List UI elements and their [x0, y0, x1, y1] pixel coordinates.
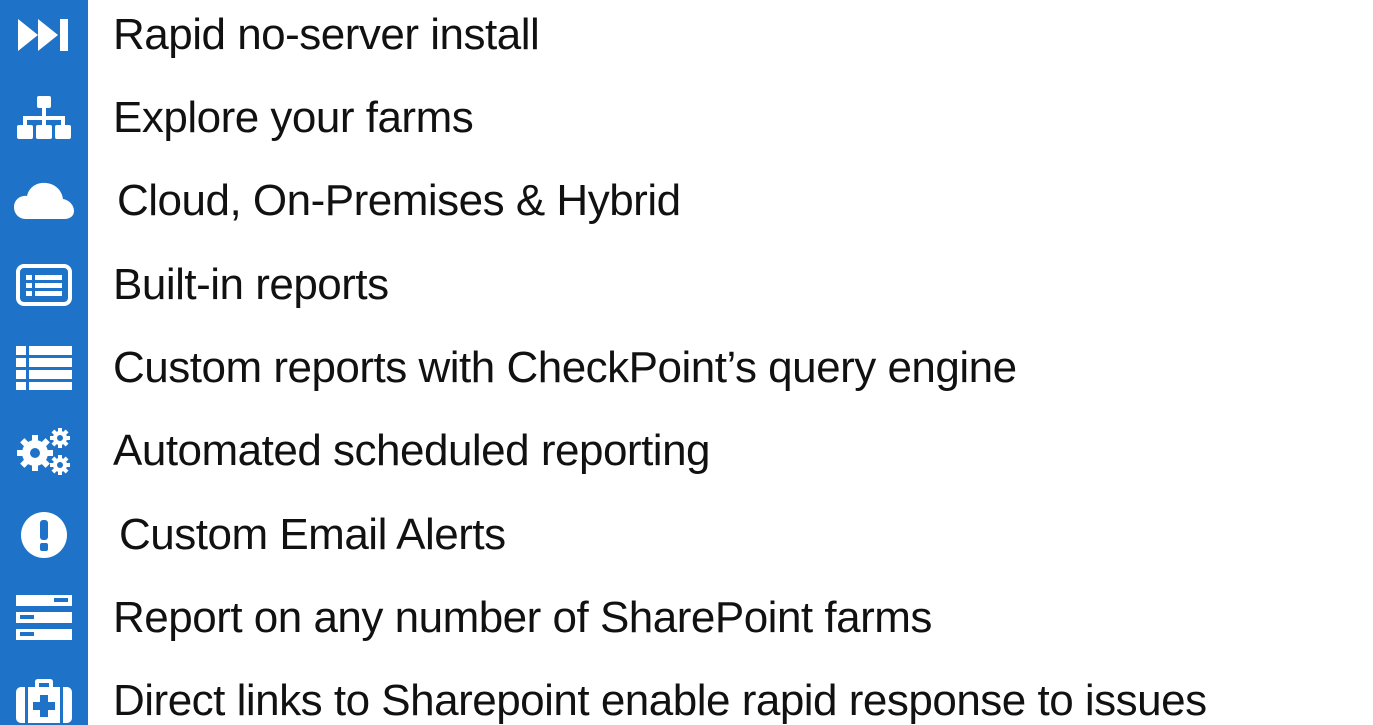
feature-item-built-in-reports: Built-in reports: [0, 250, 1373, 320]
feature-item-email-alerts: Custom Email Alerts: [0, 500, 1373, 570]
feature-label: Built-in reports: [113, 260, 389, 309]
medkit-icon: [12, 666, 76, 725]
gears-icon: [12, 416, 76, 486]
feature-item-sharepoint-farms: Report on any number of SharePoint farms: [0, 583, 1373, 653]
report-window-icon: [12, 250, 76, 320]
feature-item-scheduled-reporting: Automated scheduled reporting: [0, 416, 1373, 486]
cloud-icon: [12, 166, 76, 236]
feature-slide: Rapid no-server install Explore your far…: [0, 0, 1373, 725]
feature-label: Custom reports with CheckPoint’s query e…: [113, 343, 1017, 392]
feature-label: Report on any number of SharePoint farms: [113, 593, 932, 642]
feature-label: Rapid no-server install: [113, 10, 540, 59]
alert-circle-icon: [12, 500, 76, 570]
sitemap-icon: [12, 83, 76, 153]
feature-label: Explore your farms: [113, 93, 474, 142]
feature-list: Rapid no-server install Explore your far…: [0, 0, 1373, 725]
feature-label: Cloud, On-Premises & Hybrid: [117, 176, 681, 225]
fast-forward-icon: [12, 0, 76, 70]
feature-item-rapid-install: Rapid no-server install: [0, 0, 1373, 70]
server-stack-icon: [12, 583, 76, 653]
feature-item-custom-reports: Custom reports with CheckPoint’s query e…: [0, 333, 1373, 403]
feature-label: Direct links to Sharepoint enable rapid …: [113, 676, 1207, 725]
list-icon: [12, 333, 76, 403]
feature-label: Automated scheduled reporting: [113, 426, 711, 475]
feature-item-direct-links: Direct links to Sharepoint enable rapid …: [0, 666, 1373, 725]
feature-label: Custom Email Alerts: [119, 510, 506, 559]
feature-item-cloud-hybrid: Cloud, On-Premises & Hybrid: [0, 166, 1373, 236]
feature-item-explore-farms: Explore your farms: [0, 83, 1373, 153]
